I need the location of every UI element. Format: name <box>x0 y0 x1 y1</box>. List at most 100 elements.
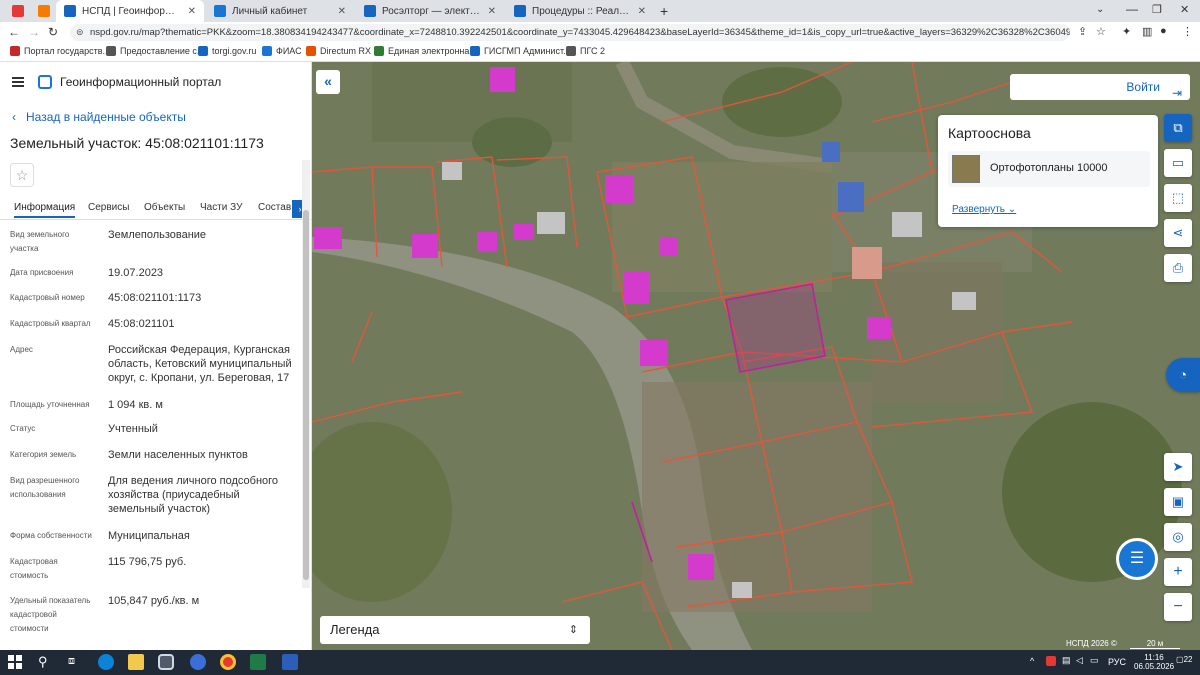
select-area-button[interactable]: ⬚ <box>1164 184 1192 212</box>
tray-chevron-icon[interactable]: ^ <box>1030 656 1034 666</box>
share-icon[interactable]: ⇪ <box>1078 25 1087 38</box>
windows-start-icon[interactable] <box>8 655 22 669</box>
close-icon[interactable]: ✕ <box>638 6 646 17</box>
back-arrow-icon[interactable]: ← <box>8 25 20 39</box>
new-tab-button[interactable]: + <box>660 3 668 19</box>
login-button[interactable]: Войти ⇥ <box>1010 74 1190 100</box>
portal-logo-icon <box>38 75 52 89</box>
tray-app-icon[interactable] <box>1046 656 1056 666</box>
bookmark-label: ФИАС <box>276 46 302 56</box>
reload-icon[interactable]: ↻ <box>48 25 58 39</box>
page-title: Земельный участок: 45:08:021101:1173 <box>10 135 264 151</box>
layers-tool-button[interactable]: ⧉ <box>1164 114 1192 142</box>
extensions-icon[interactable]: ✦ <box>1122 25 1131 38</box>
location-search-button[interactable]: ◎ <box>1164 523 1192 551</box>
chat-icon: ☰ <box>1129 550 1145 567</box>
favorite-star-icon[interactable]: ☆ <box>10 163 34 187</box>
collapse-panel-button[interactable]: « <box>316 70 340 94</box>
info-tabs: Информация Сервисы Объекты Части ЗУ Сост… <box>0 200 312 220</box>
excel-icon[interactable] <box>250 654 266 670</box>
login-icon: ⇥ <box>1171 86 1182 100</box>
menu-dots-icon[interactable]: ⋮ <box>1182 25 1193 38</box>
ruler-tool-button[interactable]: ▭ <box>1164 149 1192 177</box>
geolocation-button[interactable]: ➤ <box>1164 453 1192 481</box>
zoom-out-button[interactable]: − <box>1164 593 1192 621</box>
maximize-button[interactable]: ❐ <box>1152 3 1162 16</box>
basemap-option[interactable]: Ортофотопланы 10000 <box>948 151 1150 187</box>
yandex-browser-icon[interactable] <box>190 654 206 670</box>
task-view-icon[interactable]: ⧈ <box>68 655 75 668</box>
bookmark-item[interactable]: ФИАС <box>262 46 302 56</box>
bookmark-item[interactable]: Портал государств... <box>10 46 110 56</box>
minimize-button[interactable]: — <box>1126 2 1138 16</box>
tab-parts[interactable]: Части ЗУ <box>200 202 242 213</box>
tab-pinned-2[interactable] <box>30 0 52 22</box>
sidepanel-icon[interactable]: ▥ <box>1142 25 1152 38</box>
tab-info[interactable]: Информация <box>14 202 76 218</box>
info-panel: Геоинформационный портал ‹ Назад в найден… <box>0 62 312 650</box>
zoom-in-button[interactable]: + <box>1164 558 1192 586</box>
minimap-button[interactable]: ▣ <box>1164 488 1192 516</box>
close-icon[interactable]: ✕ <box>488 6 496 17</box>
tab-procedures[interactable]: Процедуры :: Реализация госи ✕ <box>506 0 654 22</box>
volume-icon[interactable]: ◁ <box>1076 655 1083 666</box>
login-label: Войти <box>1126 80 1160 94</box>
tab-search-icon[interactable]: ⌄ <box>1096 4 1104 15</box>
share-button[interactable]: ⋖ <box>1164 219 1192 247</box>
profile-icon[interactable]: ● <box>1160 25 1167 37</box>
tab-label: Процедуры :: Реализация госи <box>532 5 632 17</box>
bookmark-item[interactable]: Единая электронна... <box>374 46 477 56</box>
app-icon[interactable] <box>158 654 174 670</box>
bookmark-star-icon[interactable]: ☆ <box>1096 25 1106 38</box>
clock[interactable]: 11:16 06.05.2026 <box>1134 653 1174 671</box>
edge-icon[interactable] <box>98 654 114 670</box>
ruler-icon: ▭ <box>1171 155 1185 170</box>
tab-objects[interactable]: Объекты <box>144 202 185 213</box>
tab-composition[interactable]: Состав <box>258 202 291 213</box>
tab-roseltorg[interactable]: Росэлторг — электронная торго ✕ <box>356 0 504 22</box>
attribute-value: 19.07.2023 <box>108 267 164 279</box>
language-indicator[interactable]: РУС <box>1108 657 1126 667</box>
chrome-icon[interactable] <box>220 654 236 670</box>
tab-label: Личный кабинет <box>232 5 308 17</box>
close-icon[interactable]: ✕ <box>188 6 196 17</box>
panel-scrollbar-thumb[interactable] <box>303 210 309 580</box>
attribute-label: Кадастровая стоимость <box>10 557 58 580</box>
bookmark-item[interactable]: Предоставление с... <box>106 46 204 56</box>
menu-icon[interactable] <box>12 77 24 87</box>
tab-services[interactable]: Сервисы <box>88 202 129 213</box>
bookmark-item[interactable]: ПГС 2 <box>566 46 605 56</box>
bookmark-item[interactable]: torgi.gov.ru <box>198 46 256 56</box>
address-bar[interactable]: ⊜ nspd.gov.ru/map?thematic=PKK&zoom=18.38… <box>70 24 1070 41</box>
network-icon[interactable]: ▤ <box>1062 655 1071 666</box>
chat-button[interactable]: ☰ <box>1116 538 1158 580</box>
share-icon: ⋖ <box>1172 225 1184 240</box>
layers-icon: ⧉ <box>1173 120 1183 135</box>
word-icon[interactable] <box>282 654 298 670</box>
tab-nspd[interactable]: НСПД | Геоинформационный п ✕ <box>56 0 204 22</box>
legend-dropdown[interactable]: Легенда ⇕ <box>320 616 590 644</box>
legend-label: Легенда <box>330 622 380 637</box>
tab-cabinet[interactable]: Личный кабинет ✕ <box>206 0 354 22</box>
site-info-icon[interactable]: ⊜ <box>76 24 84 41</box>
back-link[interactable]: ‹ Назад в найденные объекты <box>12 110 186 124</box>
bookmark-item[interactable]: Directum RX <box>306 46 371 56</box>
file-explorer-icon[interactable] <box>128 654 144 670</box>
attribute-value: 105,847 руб./кв. м <box>108 595 200 607</box>
search-icon[interactable]: ⚲ <box>38 654 48 670</box>
attribute-value: Муниципальная <box>108 530 190 542</box>
expand-link[interactable]: Развернуть ⌄ <box>952 204 1016 215</box>
print-button[interactable]: ⎙ <box>1164 254 1192 282</box>
forward-arrow-icon[interactable]: → <box>28 25 40 39</box>
map-scale: 20 м <box>1130 639 1180 649</box>
bookmark-item[interactable]: ГИСГМП Админист... <box>470 46 571 56</box>
attribute-value: Земли населенных пунктов <box>108 449 248 461</box>
close-icon[interactable]: ✕ <box>338 6 346 17</box>
site-icon <box>364 5 376 17</box>
tab-pinned-1[interactable] <box>4 0 26 22</box>
close-window-button[interactable]: ✕ <box>1180 3 1189 16</box>
help-widget-button[interactable]: ◔ <box>1166 358 1200 392</box>
notifications-icon[interactable]: ▢22 <box>1176 655 1192 664</box>
attribute-label: Вид разрешенного использования <box>10 476 80 499</box>
display-icon[interactable]: ▭ <box>1090 655 1099 666</box>
